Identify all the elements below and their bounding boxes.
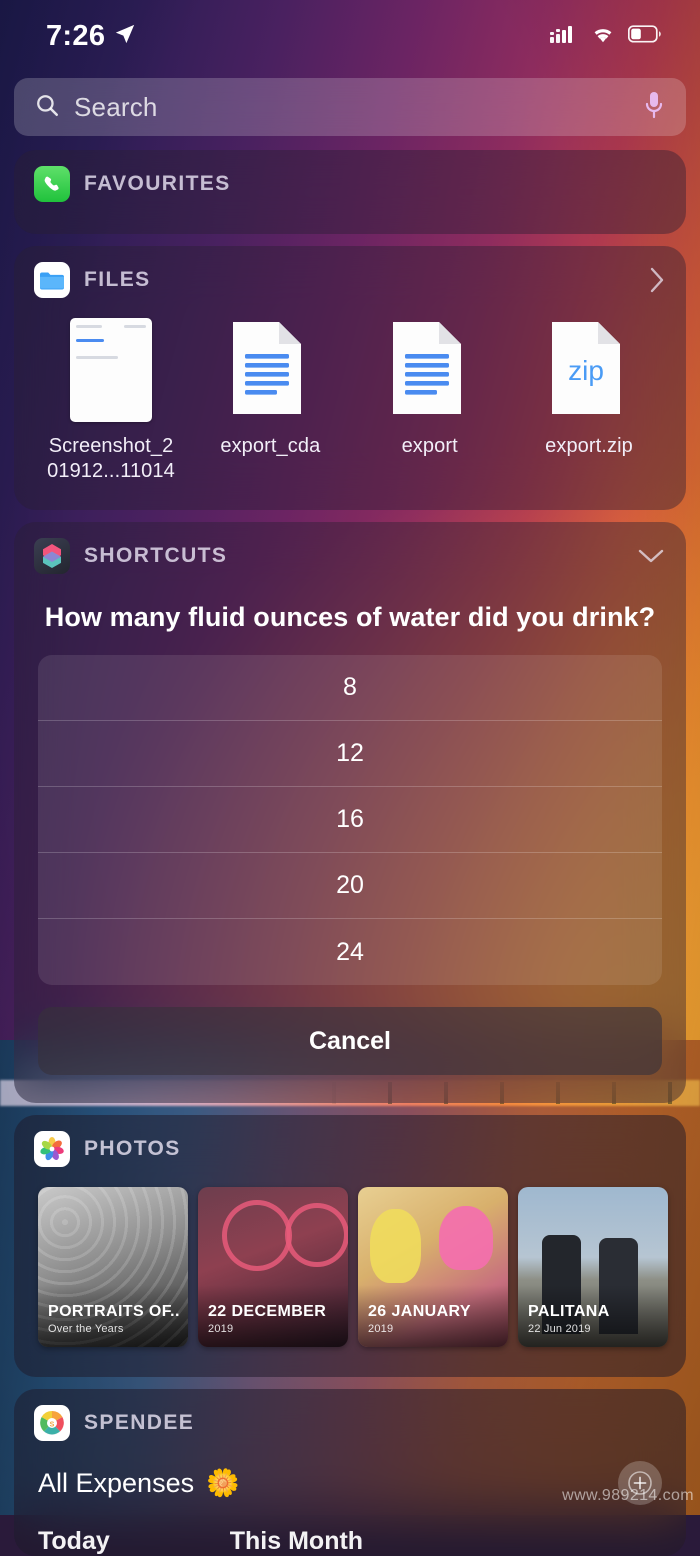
favourites-header[interactable]: FAVOURITES — [14, 150, 686, 216]
memory-title: PORTRAITS OF... — [48, 1303, 180, 1320]
photos-header[interactable]: PHOTOS — [14, 1115, 686, 1181]
memory-card[interactable]: PALITANA 22 Jun 2019 — [518, 1187, 668, 1347]
shortcuts-header[interactable]: SHORTCUTS — [14, 522, 686, 588]
memory-caption: PALITANA 22 Jun 2019 — [528, 1303, 660, 1335]
file-thumbnail-document — [227, 318, 313, 422]
memory-card[interactable]: 22 DECEMBER 2019 — [198, 1187, 348, 1347]
file-thumbnail-zip: zip — [546, 318, 632, 422]
spendee-stat-label: This Month — [229, 1527, 364, 1555]
shortcuts-option[interactable]: 24 — [38, 919, 662, 985]
shortcuts-option[interactable]: 12 — [38, 721, 662, 787]
spendee-account-label: All Expenses — [38, 1467, 195, 1498]
spendee-header[interactable]: S SPENDEE — [14, 1389, 686, 1455]
spendee-account: All Expenses 🌼 — [38, 1467, 240, 1499]
shortcuts-title: SHORTCUTS — [84, 544, 228, 567]
memory-subtitle: 2019 — [208, 1323, 234, 1335]
status-bar-left: 7:26 — [46, 20, 136, 53]
photos-memories-list: PORTRAITS OF... Over the Years 22 DECEMB… — [14, 1181, 686, 1377]
files-list: Screenshot_2 01912...11014 export_cda ex… — [14, 312, 686, 510]
location-arrow-icon — [114, 20, 136, 53]
wifi-icon — [590, 24, 616, 49]
spendee-stat-label: Today — [38, 1527, 110, 1555]
microphone-icon[interactable] — [642, 90, 666, 125]
files-title: FILES — [84, 268, 151, 291]
files-header[interactable]: FILES — [14, 246, 686, 312]
widget-shortcuts[interactable]: SHORTCUTS How many fluid ounces of water… — [14, 522, 686, 1103]
widget-favourites[interactable]: FAVOURITES — [14, 150, 686, 234]
file-label-line2: 01912...11014 — [47, 460, 175, 482]
svg-text:zip: zip — [568, 355, 604, 386]
memory-caption: 26 JANUARY 2019 — [368, 1303, 500, 1335]
svg-text:S: S — [50, 1422, 55, 1429]
file-item-export-zip[interactable]: zip export.zip — [518, 318, 660, 484]
file-label: export — [401, 435, 458, 457]
memory-card[interactable]: PORTRAITS OF... Over the Years — [38, 1187, 188, 1347]
memory-caption: PORTRAITS OF... Over the Years — [48, 1303, 180, 1335]
favourites-body-empty — [14, 216, 686, 234]
widget-files[interactable]: FILES Screenshot_2 01912...11014 export_… — [14, 246, 686, 510]
memory-subtitle: 2019 — [368, 1323, 394, 1335]
shortcuts-options-list: 8 12 16 20 24 — [38, 655, 662, 985]
memory-subtitle: Over the Years — [48, 1323, 124, 1335]
status-bar-right — [550, 24, 662, 49]
memory-title: PALITANA — [528, 1303, 610, 1320]
memory-title: 26 JANUARY — [368, 1303, 471, 1320]
memory-title: 22 DECEMBER — [208, 1303, 327, 1320]
today-view: 7:26 Search FAVOURITES FILES Screenshot_… — [0, 0, 700, 1556]
clock-label: 7:26 — [46, 19, 106, 52]
memory-caption: 22 DECEMBER 2019 — [208, 1303, 340, 1335]
cellular-signal-icon — [550, 24, 578, 49]
phone-app-icon — [34, 166, 70, 202]
file-label-line1: Screenshot_2 — [48, 435, 174, 457]
file-thumbnail-screenshot — [68, 318, 154, 422]
shortcuts-question: How many fluid ounces of water did you d… — [44, 602, 656, 632]
spendee-app-icon: S — [34, 1405, 70, 1441]
widget-spendee[interactable]: S SPENDEE All Expenses 🌼 Today This Mont… — [14, 1389, 686, 1556]
chevron-right-icon[interactable] — [648, 265, 666, 295]
chevron-down-icon[interactable] — [636, 547, 666, 565]
file-item-export-cda[interactable]: export_cda — [199, 318, 341, 484]
screenshot-preview — [70, 318, 152, 422]
photos-title: PHOTOS — [84, 1137, 181, 1160]
flower-emoji-icon: 🌼 — [206, 1468, 240, 1498]
widget-photos[interactable]: PHOTOS PORTRAITS OF... Over the Years 22… — [14, 1115, 686, 1377]
file-thumbnail-document — [387, 318, 473, 422]
memory-subtitle: 22 Jun 2019 — [528, 1323, 591, 1335]
search-input[interactable]: Search — [74, 92, 628, 123]
shortcuts-option[interactable]: 20 — [38, 853, 662, 919]
photos-app-icon — [34, 1131, 70, 1167]
watermark: www.989214.com — [562, 1487, 694, 1504]
file-label: export.zip — [545, 435, 633, 457]
search-icon — [34, 92, 60, 123]
shortcuts-option[interactable]: 16 — [38, 787, 662, 853]
file-label: export_cda — [220, 435, 321, 457]
search-bar[interactable]: Search — [14, 78, 686, 136]
spendee-body: All Expenses 🌼 Today This Month — [14, 1455, 686, 1556]
shortcuts-app-icon — [34, 538, 70, 574]
spendee-title: SPENDEE — [84, 1411, 195, 1434]
file-item-export[interactable]: export — [359, 318, 501, 484]
status-bar: 7:26 — [0, 0, 700, 72]
spendee-stats: Today This Month — [38, 1505, 662, 1556]
favourites-title: FAVOURITES — [84, 172, 231, 195]
cancel-button[interactable]: Cancel — [38, 1007, 662, 1075]
files-app-icon — [34, 262, 70, 298]
shortcuts-option[interactable]: 8 — [38, 655, 662, 721]
memory-card[interactable]: 26 JANUARY 2019 — [358, 1187, 508, 1347]
file-item-screenshot[interactable]: Screenshot_2 01912...11014 — [40, 318, 182, 484]
battery-icon — [627, 24, 662, 48]
file-label: Screenshot_2 01912...11014 — [47, 434, 175, 484]
